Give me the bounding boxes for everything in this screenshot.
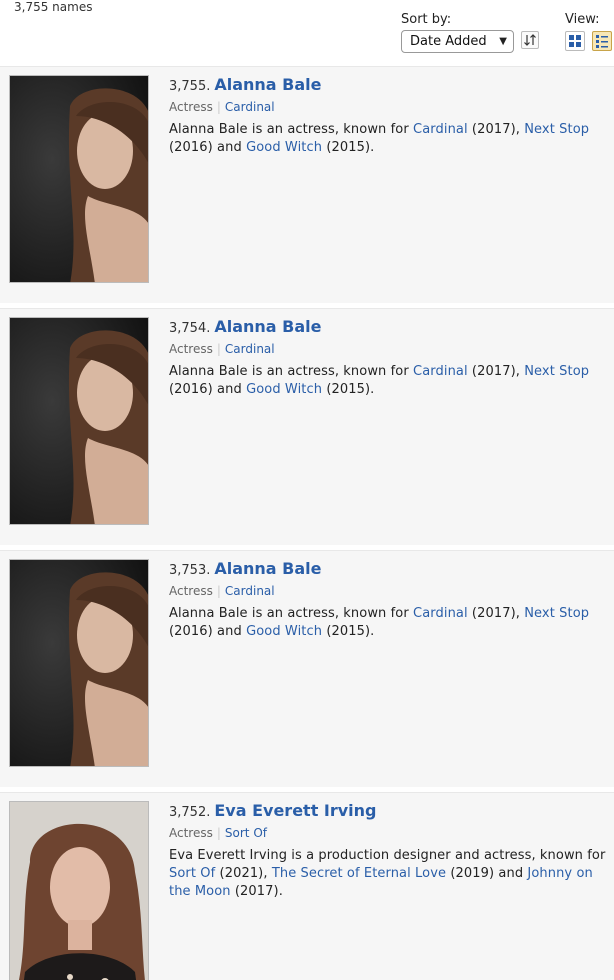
bio-text: (2019) and: [446, 866, 528, 881]
separator: |: [216, 342, 221, 356]
grid-view-button[interactable]: [565, 31, 585, 51]
bio-text: (2021),: [215, 866, 272, 881]
bio-text: (2017).: [230, 884, 283, 899]
list-item: 3,755. Alanna Bale Actress | Cardinal Alann…: [0, 66, 614, 303]
person-name-link[interactable]: Alanna Bale: [214, 559, 321, 578]
item-roles: Actress | Sort Of: [169, 826, 609, 840]
view-label: View:: [565, 12, 600, 27]
bio-title-link[interactable]: Next Stop: [524, 364, 589, 379]
list-view-button[interactable]: [592, 31, 612, 51]
bio-title-link[interactable]: Good Witch: [246, 140, 322, 155]
bio-text: (2016) and: [169, 382, 247, 397]
bio-title-link[interactable]: Next Stop: [524, 606, 589, 621]
chevron-down-icon: ▼: [499, 36, 507, 47]
bio-text: Eva Everett Irving is a production desig…: [169, 848, 606, 863]
bio-title-link[interactable]: Good Witch: [246, 624, 322, 639]
bio-title-link[interactable]: Next Stop: [524, 122, 589, 137]
item-roles: Actress | Cardinal: [169, 342, 609, 356]
item-title: 3,754. Alanna Bale: [169, 317, 609, 339]
item-number: 3,754.: [169, 321, 211, 336]
role-label: Actress: [169, 342, 213, 356]
sort-select[interactable]: Date Added ▼: [401, 30, 514, 53]
list-item: 3,752. Eva Everett Irving Actress | Sort Of…: [0, 792, 614, 980]
role-label: Actress: [169, 584, 213, 598]
role-label: Actress: [169, 826, 213, 840]
bio-text: (2016) and: [169, 140, 247, 155]
item-number: 3,753.: [169, 563, 211, 578]
person-name-link[interactable]: Eva Everett Irving: [214, 801, 376, 820]
bio-text: Alanna Bale is an actress, known for: [169, 122, 414, 137]
item-roles: Actress | Cardinal: [169, 584, 609, 598]
bio-text: Alanna Bale is an actress, known for: [169, 364, 414, 379]
known-for-link[interactable]: Cardinal: [225, 100, 275, 114]
bio-title-link[interactable]: Cardinal: [413, 364, 468, 379]
list-item: 3,753. Alanna Bale Actress | Cardinal Alann…: [0, 550, 614, 787]
item-bio: Alanna Bale is an actress, known for Car…: [169, 605, 609, 641]
item-bio: Alanna Bale is an actress, known for Car…: [169, 363, 609, 399]
item-number: 3,752.: [169, 805, 211, 820]
person-name-link[interactable]: Alanna Bale: [214, 75, 321, 94]
sort-select-value: Date Added: [410, 34, 487, 49]
known-for-link[interactable]: Cardinal: [225, 584, 275, 598]
headshot-photo[interactable]: [9, 801, 149, 980]
bio-title-link[interactable]: Cardinal: [413, 606, 468, 621]
sort-label: Sort by:: [401, 12, 452, 27]
item-number: 3,755.: [169, 79, 211, 94]
list-item: 3,754. Alanna Bale Actress | Cardinal Alann…: [0, 308, 614, 545]
headshot-photo[interactable]: [9, 559, 149, 767]
headshot-photo[interactable]: [9, 75, 149, 283]
bio-text: (2017),: [467, 122, 525, 137]
item-bio: Eva Everett Irving is a production desig…: [169, 847, 609, 901]
separator: |: [216, 100, 221, 114]
person-name-link[interactable]: Alanna Bale: [214, 317, 321, 336]
bio-text: Alanna Bale is an actress, known for: [169, 606, 414, 621]
headshot-photo[interactable]: [9, 317, 149, 525]
bio-text: (2016) and: [169, 624, 247, 639]
bio-title-link[interactable]: Sort Of: [169, 866, 215, 881]
item-roles: Actress | Cardinal: [169, 100, 609, 114]
separator: |: [216, 584, 221, 598]
known-for-link[interactable]: Sort Of: [225, 826, 267, 840]
role-label: Actress: [169, 100, 213, 114]
item-bio: Alanna Bale is an actress, known for Car…: [169, 121, 609, 157]
item-title: 3,752. Eva Everett Irving: [169, 801, 609, 823]
bio-text: (2015).: [322, 382, 375, 397]
bio-text: (2017),: [467, 364, 525, 379]
known-for-link[interactable]: Cardinal: [225, 342, 275, 356]
results-count: 3,755 names: [14, 0, 93, 14]
grid-view-icon: [569, 35, 581, 47]
sort-direction-button[interactable]: [521, 31, 539, 49]
item-title: 3,753. Alanna Bale: [169, 559, 609, 581]
bio-text: (2015).: [322, 624, 375, 639]
bio-title-link[interactable]: Good Witch: [246, 382, 322, 397]
separator: |: [216, 826, 221, 840]
list-view-icon: [596, 35, 608, 48]
sort-direction-icon: [524, 34, 536, 46]
bio-title-link[interactable]: The Secret of Eternal Love: [272, 866, 446, 881]
bio-text: (2015).: [322, 140, 375, 155]
list-header: 3,755 names Sort by: Date Added ▼ View:: [0, 0, 614, 64]
bio-text: (2017),: [467, 606, 525, 621]
bio-title-link[interactable]: Cardinal: [413, 122, 468, 137]
item-title: 3,755. Alanna Bale: [169, 75, 609, 97]
